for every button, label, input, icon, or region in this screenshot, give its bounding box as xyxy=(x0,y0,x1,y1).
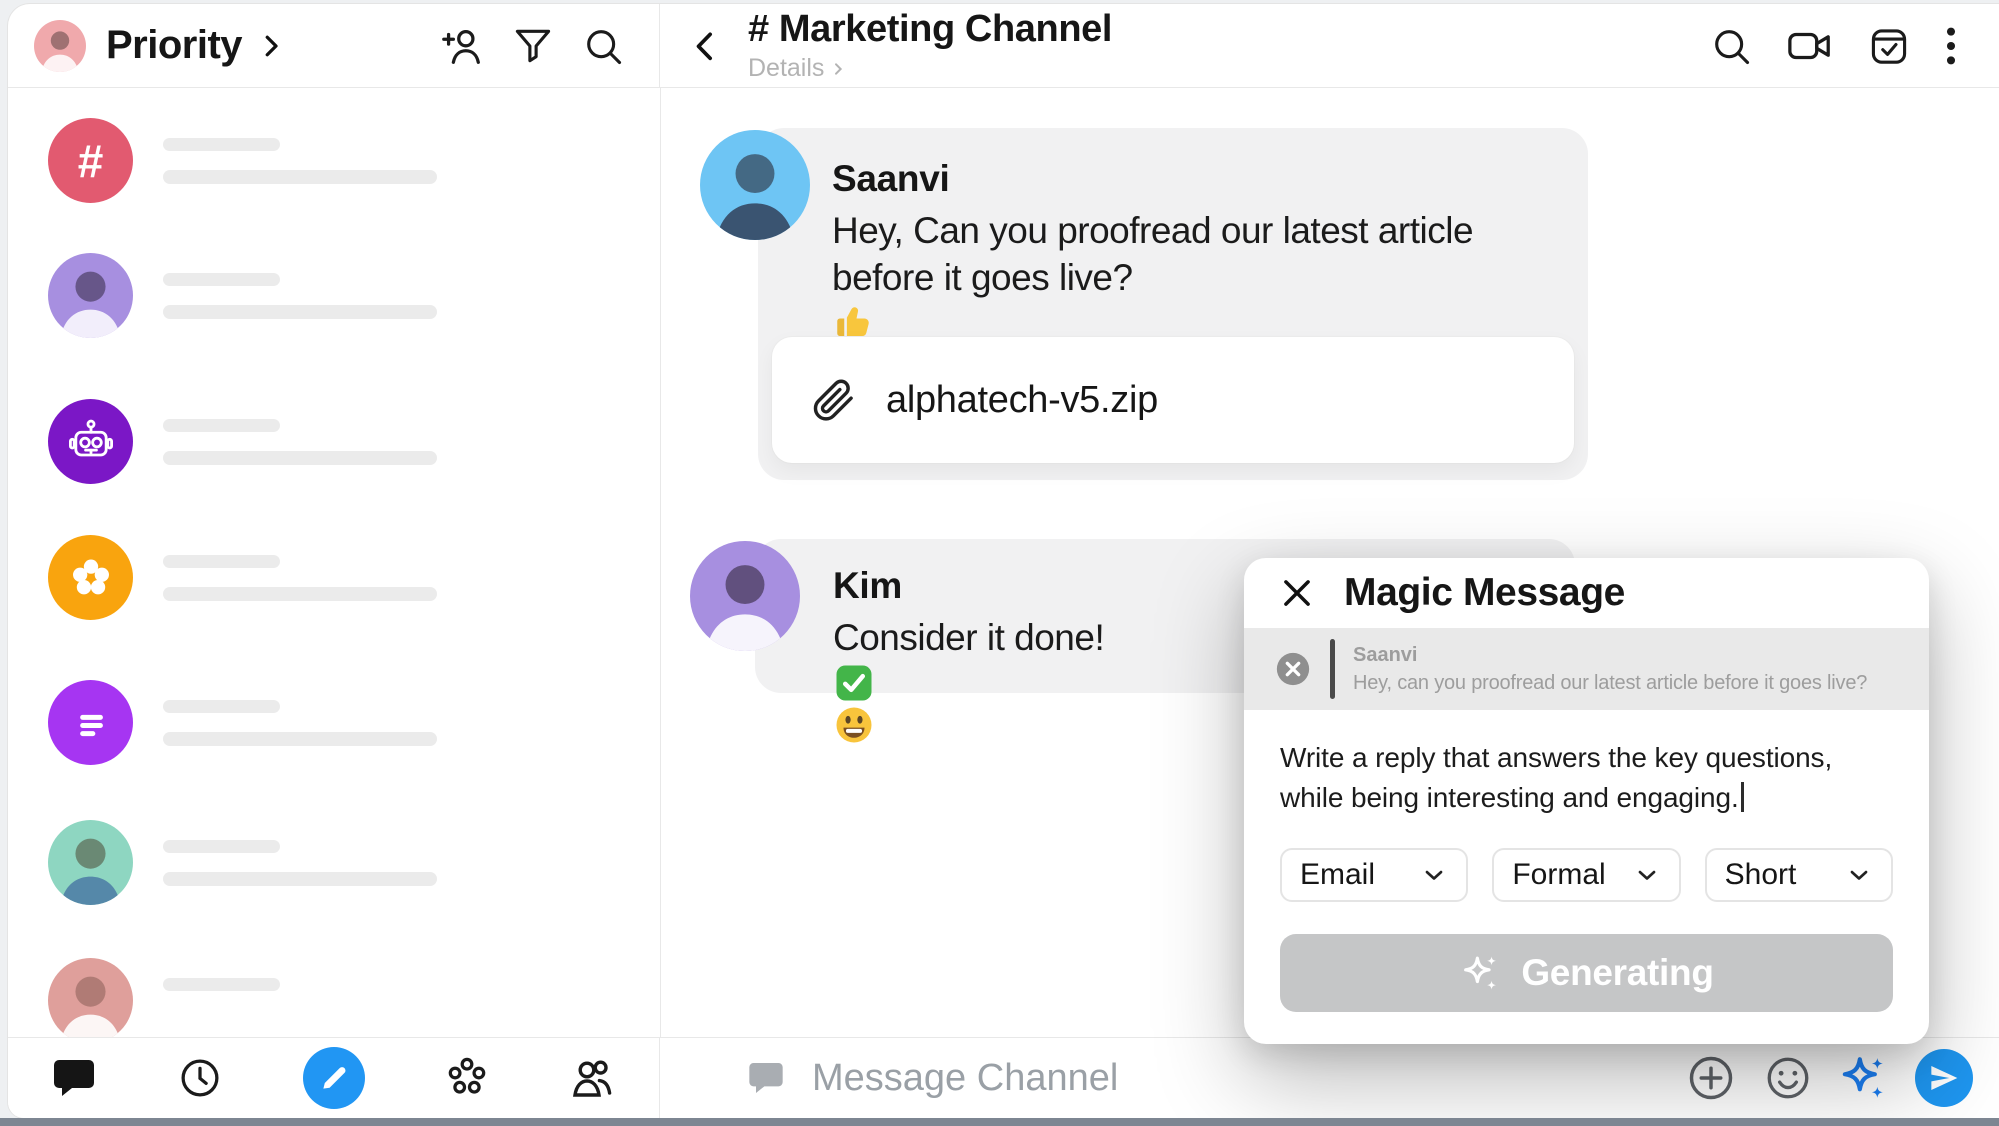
sidebar-tabbar xyxy=(8,1038,660,1118)
tasks-icon[interactable] xyxy=(1867,24,1911,68)
filter-icon[interactable] xyxy=(511,24,555,68)
remove-quote-icon[interactable] xyxy=(1274,650,1312,688)
chevron-down-icon xyxy=(1633,861,1661,889)
chevron-right-icon[interactable] xyxy=(256,31,286,61)
emoji-icon[interactable] xyxy=(1763,1053,1813,1103)
list-item[interactable] xyxy=(48,535,463,620)
apps-icon[interactable] xyxy=(444,1055,490,1101)
bottom-bar: Message Channel xyxy=(8,1037,1999,1118)
check-mark-button-emoji xyxy=(833,662,875,704)
skeleton-line xyxy=(163,138,280,151)
skeleton-line xyxy=(163,170,437,184)
recents-clock-icon[interactable] xyxy=(177,1055,223,1101)
skeleton-line xyxy=(163,700,280,713)
person-silhouette-icon xyxy=(34,20,86,72)
list-item[interactable] xyxy=(48,958,463,1038)
person-silhouette-icon xyxy=(700,130,810,240)
list-item[interactable] xyxy=(48,680,463,765)
length-dropdown[interactable]: Short xyxy=(1705,848,1893,902)
skeleton-line xyxy=(163,587,437,601)
avatar xyxy=(48,820,133,905)
grinning-face-emoji xyxy=(833,704,875,746)
channel-details-link[interactable]: Details xyxy=(748,54,1112,83)
message-author: Saanvi xyxy=(832,158,1558,200)
sparkle-icon xyxy=(1459,952,1501,994)
avatar xyxy=(700,130,810,240)
compose-button[interactable] xyxy=(303,1047,365,1109)
message-input[interactable]: Message Channel xyxy=(812,1057,1118,1100)
add-icon[interactable] xyxy=(1685,1052,1737,1104)
search-icon[interactable] xyxy=(1709,24,1753,68)
workspace-title[interactable]: Priority xyxy=(106,23,242,68)
avatar xyxy=(690,541,800,651)
attachment-filename: alphatech-v5.zip xyxy=(886,379,1158,422)
text-cursor xyxy=(1741,782,1744,812)
avatar xyxy=(48,253,133,338)
search-icon[interactable] xyxy=(581,24,625,68)
list-item[interactable]: # xyxy=(48,118,463,203)
format-dropdown[interactable]: Email xyxy=(1280,848,1468,902)
app-window: Priority xyxy=(8,4,1999,1118)
prompt-input[interactable]: Write a reply that answers the key quest… xyxy=(1244,710,1929,818)
panel-title: Magic Message xyxy=(1344,571,1625,615)
list-item[interactable] xyxy=(48,399,463,484)
list-lines-icon xyxy=(48,680,133,765)
list-item[interactable] xyxy=(48,820,463,905)
quote-bar xyxy=(1330,639,1335,699)
chats-tab-icon[interactable] xyxy=(50,1054,98,1102)
chat-header: # Marketing Channel Details xyxy=(660,4,1999,88)
person-silhouette-icon xyxy=(48,820,133,905)
skeleton-line xyxy=(163,305,437,319)
channel-hash-icon: # xyxy=(48,118,133,203)
message-bubble: Saanvi Hey, Can you proofread our latest… xyxy=(758,128,1588,480)
profile-avatar[interactable] xyxy=(34,20,86,72)
add-person-icon[interactable] xyxy=(439,23,485,69)
window-edge-strip xyxy=(0,1118,1999,1126)
message-bubble-icon xyxy=(746,1058,786,1098)
chevron-right-icon xyxy=(830,61,846,77)
more-options-icon[interactable] xyxy=(1943,23,1959,69)
generate-label: Generating xyxy=(1521,952,1713,994)
magic-message-panel: Magic Message Saanvi Hey, can you proofr… xyxy=(1244,558,1929,1044)
list-item[interactable] xyxy=(48,253,463,338)
magic-sparkle-icon[interactable] xyxy=(1839,1053,1889,1103)
avatar xyxy=(48,958,133,1038)
flower-dots-icon xyxy=(48,535,133,620)
person-silhouette-icon xyxy=(48,958,133,1038)
skeleton-line xyxy=(163,872,437,886)
skeleton-line xyxy=(163,555,280,568)
contacts-icon[interactable] xyxy=(569,1054,617,1102)
skeleton-line xyxy=(163,273,280,286)
pencil-icon xyxy=(317,1061,351,1095)
paperclip-icon xyxy=(810,377,856,423)
skeleton-line xyxy=(163,732,437,746)
video-call-icon[interactable] xyxy=(1785,23,1835,69)
generate-button[interactable]: Generating xyxy=(1280,934,1893,1012)
send-button[interactable] xyxy=(1915,1049,1973,1107)
person-silhouette-icon xyxy=(48,253,133,338)
message-text: Hey, Can you proofread our latest articl… xyxy=(832,208,1558,343)
bot-icon xyxy=(48,399,133,484)
person-silhouette-icon xyxy=(690,541,800,651)
channel-title: # Marketing Channel xyxy=(748,8,1112,51)
chevron-down-icon xyxy=(1420,861,1448,889)
quote-text: Hey, can you proofread our latest articl… xyxy=(1353,672,1867,695)
attachment-card[interactable]: alphatech-v5.zip xyxy=(772,337,1574,463)
composer: Message Channel xyxy=(660,1038,1999,1118)
skeleton-line xyxy=(163,978,280,991)
tone-dropdown[interactable]: Formal xyxy=(1492,848,1680,902)
quote-author: Saanvi xyxy=(1353,644,1867,667)
sidebar-header: Priority xyxy=(8,4,660,88)
chevron-down-icon xyxy=(1845,861,1873,889)
skeleton-line xyxy=(163,840,280,853)
back-icon[interactable] xyxy=(686,26,726,66)
conversation-list: # xyxy=(8,88,661,1038)
quoted-message: Saanvi Hey, can you proofread our latest… xyxy=(1244,628,1929,710)
close-icon[interactable] xyxy=(1278,574,1316,612)
skeleton-line xyxy=(163,419,280,432)
paper-plane-icon xyxy=(1928,1062,1960,1094)
skeleton-line xyxy=(163,451,437,465)
